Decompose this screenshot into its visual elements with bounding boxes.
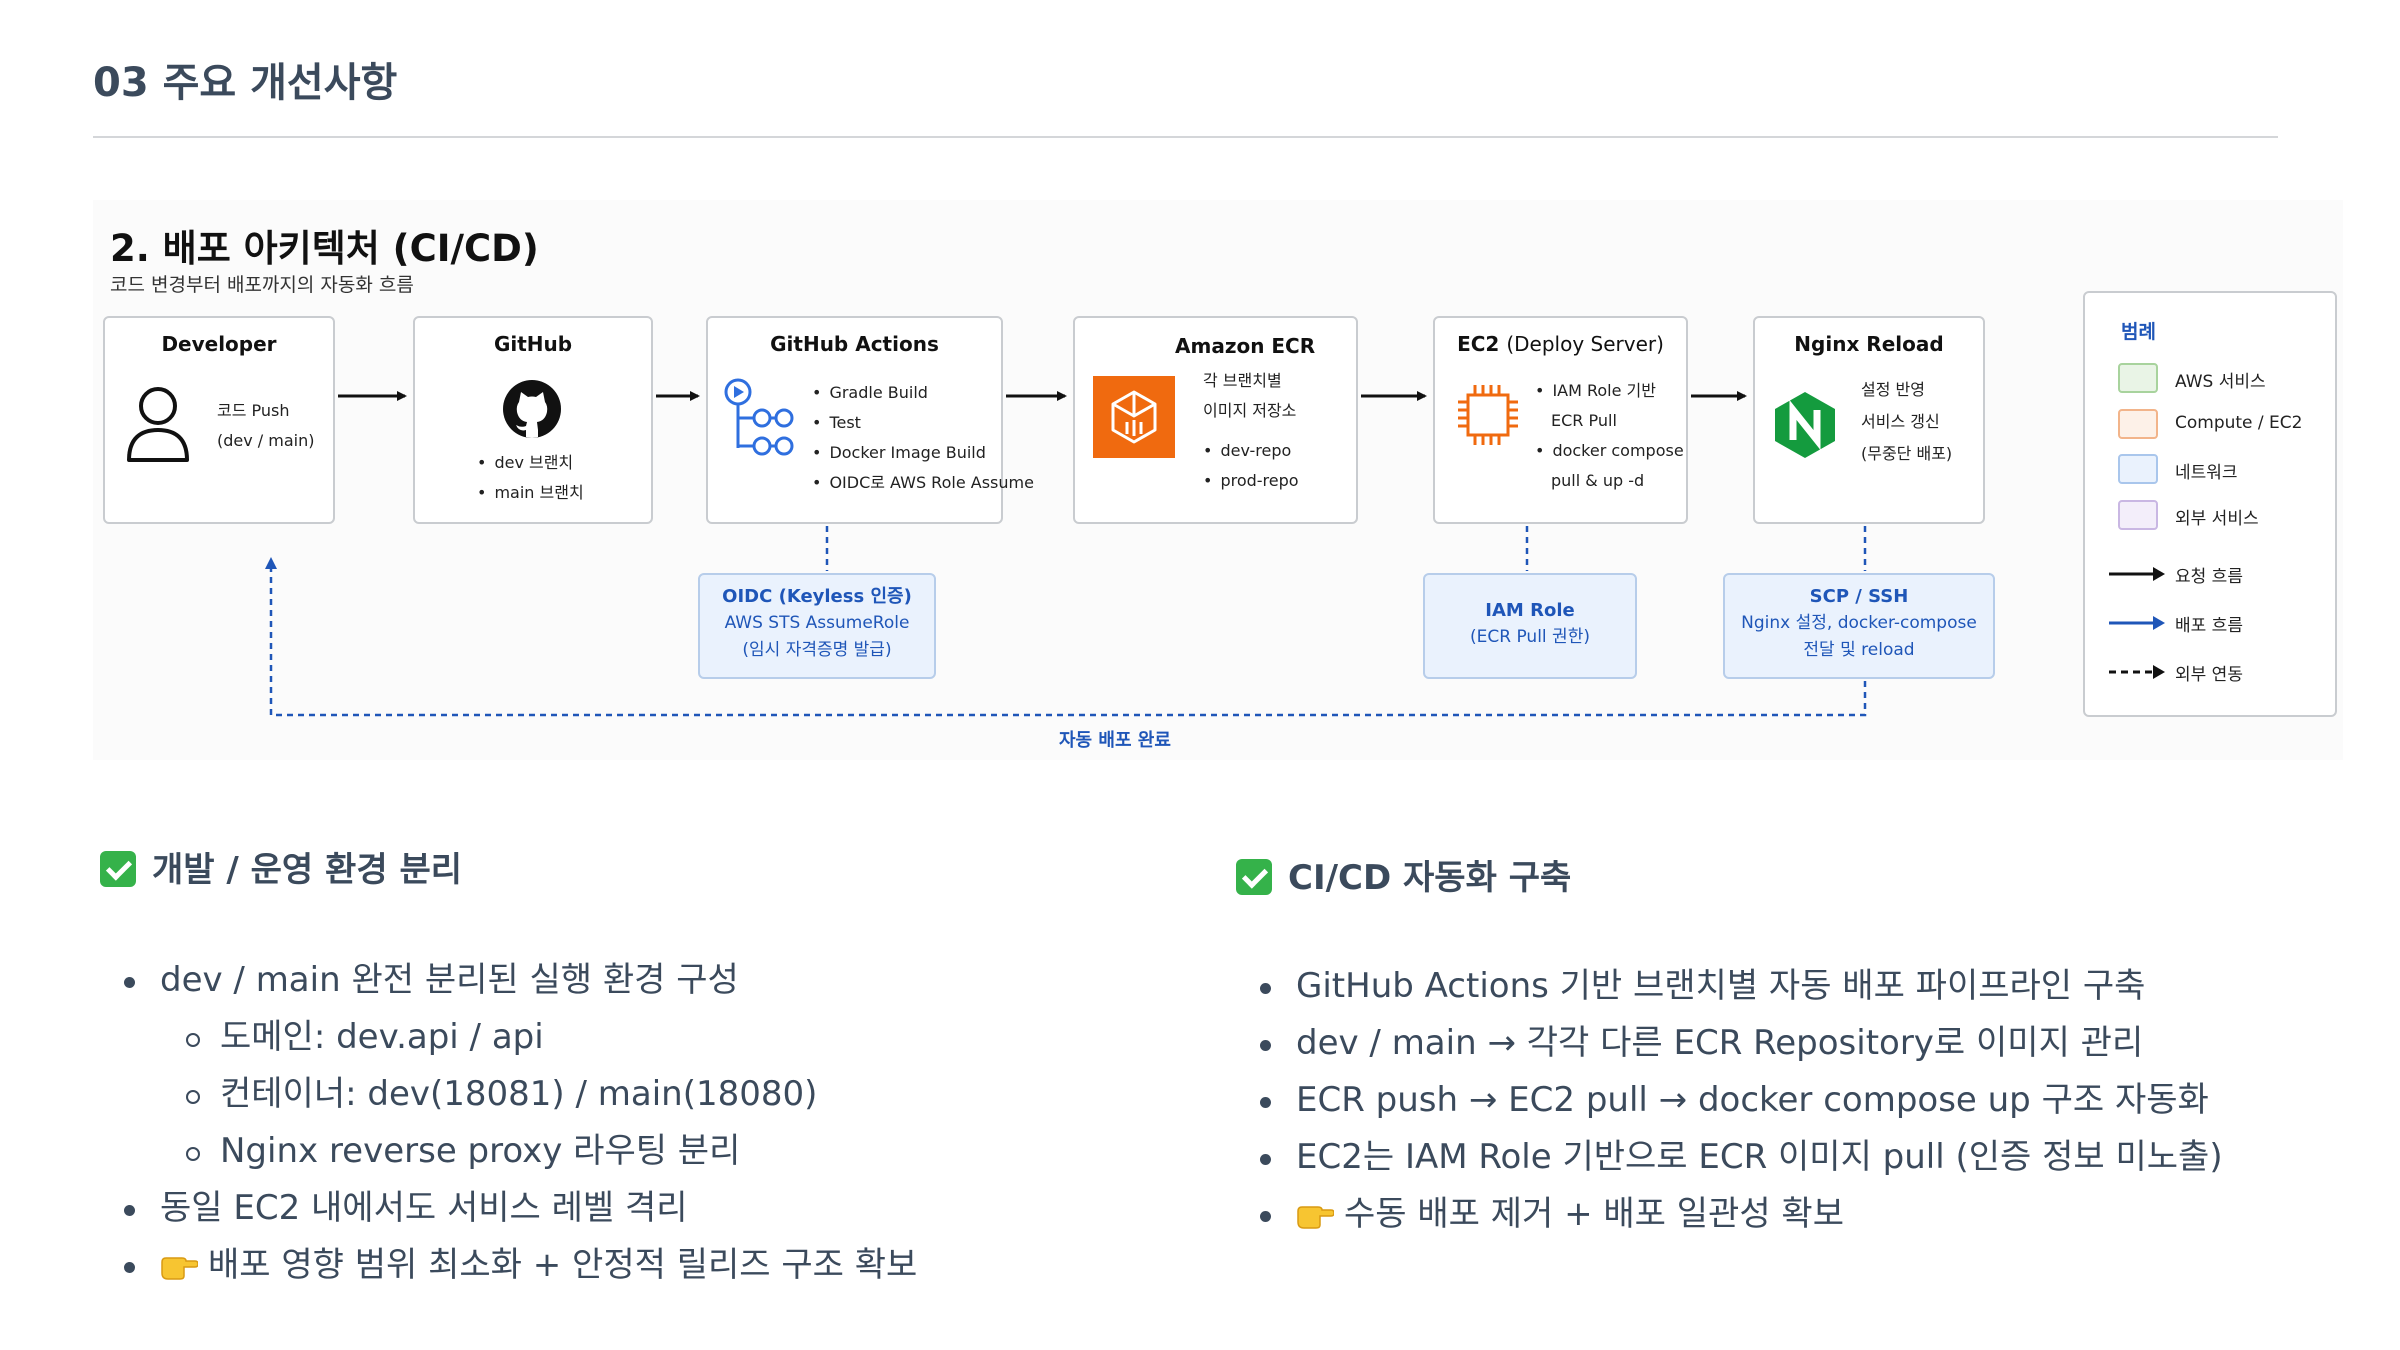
legend-label: AWS 서비스 (2175, 372, 2266, 392)
section-heading-env-separation: 개발 / 운영 환경 분리 (100, 842, 462, 891)
section-heading-text: CI/CD 자동화 구축 (1288, 858, 1572, 898)
legend-label: 외부 연동 (2175, 665, 2243, 685)
legend-item-compute: Compute / EC2 (2085, 409, 2335, 439)
legend-item-external: 외부 서비스 (2085, 500, 2335, 530)
pointing-hand-icon (161, 1257, 198, 1280)
check-mark-icon (100, 851, 136, 887)
right-bullet-list: GitHub Actions 기반 브랜치별 자동 배포 파이프라인 구축 de… (1236, 958, 2223, 1243)
legend-swatch (2118, 454, 2158, 484)
pointing-hand-icon (1297, 1206, 1334, 1229)
list-item: EC2는 IAM Role 기반으로 ECR 이미지 pull (인증 정보 미… (1236, 1129, 2223, 1186)
left-bullet-list: dev / main 완전 분리된 실행 환경 구성 도메인: dev.api … (100, 952, 917, 1294)
title-divider (93, 136, 2278, 138)
legend-arrow-deploy: 배포 흐름 (2085, 607, 2335, 637)
section-heading-cicd: CI/CD 자동화 구축 (1236, 850, 1571, 899)
list-item: 배포 영향 범위 최소화 + 안정적 릴리즈 구조 확보 (100, 1237, 917, 1294)
legend-title: 범례 (2121, 321, 2156, 343)
legend-swatch (2118, 500, 2158, 530)
legend-arrow-request: 요청 흐름 (2085, 558, 2335, 588)
legend: 범례 AWS 서비스 Compute / EC2 네트워크 외부 서비스 요청 … (2083, 291, 2337, 717)
legend-swatch (2118, 409, 2158, 439)
solid-arrow-icon (2109, 567, 2165, 581)
legend-item-aws: AWS 서비스 (2085, 363, 2335, 393)
list-item-text: 배포 영향 범위 최소화 + 안정적 릴리즈 구조 확보 (208, 1245, 918, 1285)
section-heading-text: 개발 / 운영 환경 분리 (152, 850, 463, 890)
list-item: ECR push → EC2 pull → docker compose up … (1236, 1072, 2223, 1129)
legend-swatch (2118, 363, 2158, 393)
list-item: Nginx reverse proxy 라우팅 분리 (100, 1123, 917, 1180)
legend-label: 요청 흐름 (2175, 567, 2243, 587)
list-item: 수동 배포 제거 + 배포 일관성 확보 (1236, 1186, 2223, 1243)
page-title: 03 주요 개선사항 (93, 60, 398, 106)
check-mark-icon (1236, 859, 1272, 895)
blue-arrow-icon (2109, 616, 2165, 630)
list-item-text: 수동 배포 제거 + 배포 일관성 확보 (1344, 1194, 1844, 1234)
list-item: dev / main → 각각 다른 ECR Repository로 이미지 관… (1236, 1015, 2223, 1072)
legend-arrow-external: 외부 연동 (2085, 656, 2335, 686)
dashed-arrow-icon (2109, 665, 2165, 679)
list-item: dev / main 완전 분리된 실행 환경 구성 (100, 952, 917, 1009)
list-item: 컨테이너: dev(18081) / main(18080) (100, 1066, 917, 1123)
legend-item-network: 네트워크 (2085, 454, 2335, 484)
flow-arrows (265, 391, 1867, 717)
cicd-architecture-diagram: 2. 배포 아키텍처 (CI/CD) 코드 변경부터 배포까지의 자동화 흐름 … (93, 200, 2343, 760)
deploy-complete-line (265, 557, 1867, 717)
legend-label: 배포 흐름 (2175, 616, 2243, 636)
list-item: 동일 EC2 내에서도 서비스 레벨 격리 (100, 1180, 917, 1237)
list-item: GitHub Actions 기반 브랜치별 자동 배포 파이프라인 구축 (1236, 958, 2223, 1015)
list-item: 도메인: dev.api / api (100, 1009, 917, 1066)
legend-label: 외부 서비스 (2175, 509, 2259, 529)
legend-label: Compute / EC2 (2175, 413, 2303, 433)
legend-label: 네트워크 (2175, 463, 2238, 483)
